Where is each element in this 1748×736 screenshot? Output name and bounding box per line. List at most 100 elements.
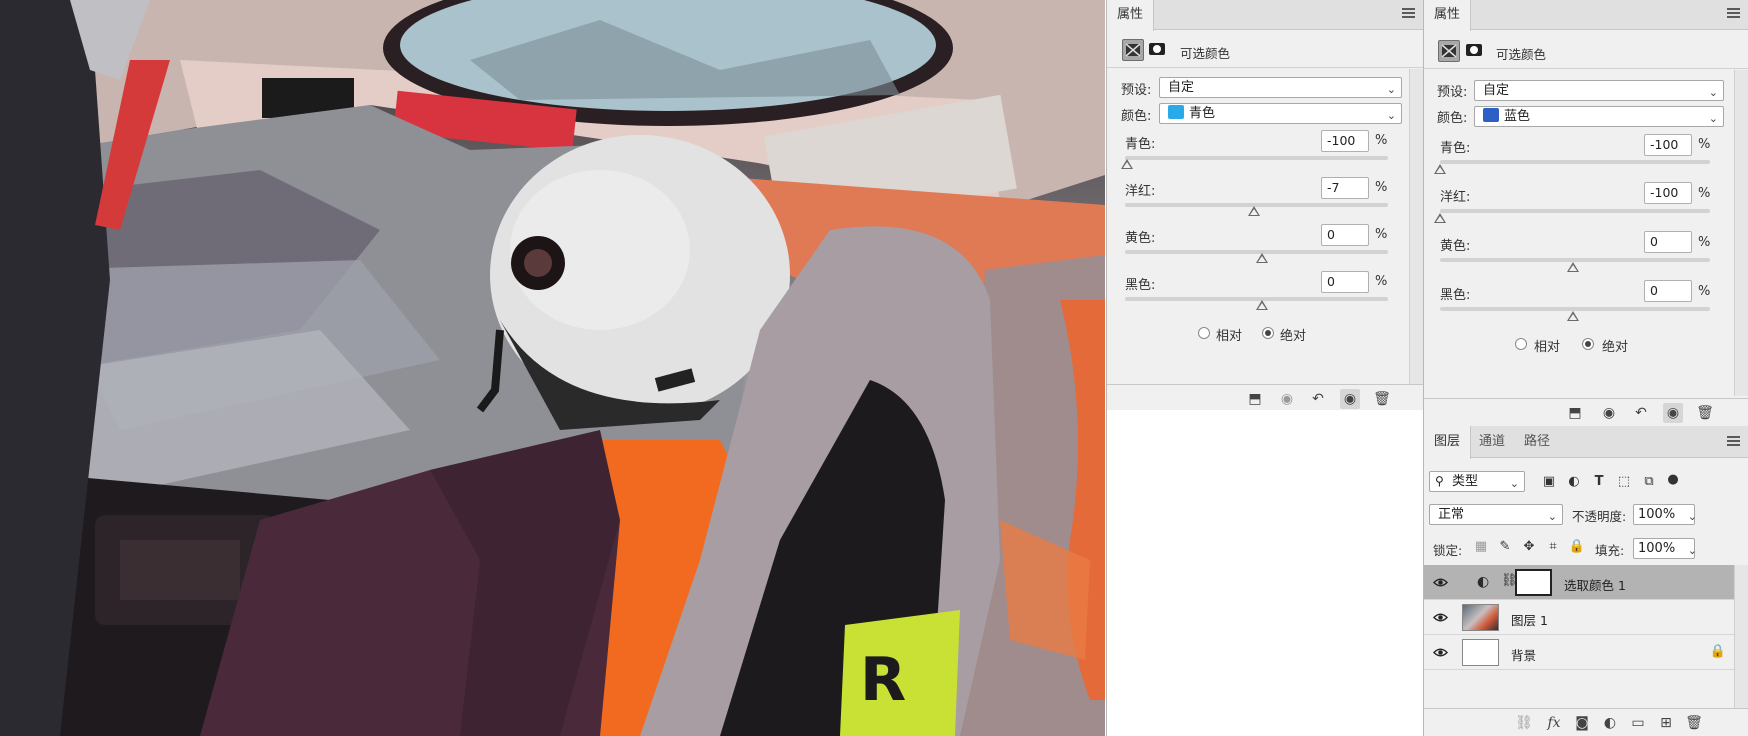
smart-object-filter-icon[interactable]: ⧉ [1640, 473, 1658, 491]
black-value-input[interactable]: 0 [1644, 280, 1692, 302]
panel-menu-icon[interactable] [1727, 8, 1740, 20]
color-select[interactable]: 青色 ⌄ [1159, 103, 1402, 124]
fill-value: 100% [1638, 541, 1676, 556]
properties-footer: ⬒ ◉ ↶ ◉ 🗑 [1424, 398, 1748, 426]
blend-mode-select[interactable]: 正常 ⌄ [1429, 504, 1563, 525]
new-adjustment-layer-icon[interactable]: ◐ [1600, 713, 1620, 733]
delete-layer-icon[interactable]: 🗑 [1684, 713, 1704, 733]
fill-label: 填充: [1595, 543, 1625, 558]
link-layers-icon[interactable]: ⛓ [1514, 713, 1534, 733]
absolute-radio[interactable] [1582, 338, 1594, 350]
yellow-value-input[interactable]: 0 [1321, 224, 1369, 246]
yellow-slider-thumb[interactable] [1256, 253, 1268, 263]
lock-position-icon[interactable]: ✥ [1520, 538, 1538, 556]
clip-to-layer-icon[interactable]: ⬒ [1565, 403, 1585, 423]
magenta-slider-thumb[interactable] [1434, 213, 1446, 223]
cyan-slider-track[interactable] [1440, 160, 1710, 164]
preset-select[interactable]: 自定 ⌄ [1474, 80, 1724, 101]
lock-image-pixels-icon[interactable]: ✎ [1496, 538, 1514, 556]
reset-icon[interactable]: ↶ [1631, 403, 1651, 423]
tab-channels[interactable]: 通道 [1469, 426, 1515, 456]
black-value-input[interactable]: 0 [1321, 271, 1369, 293]
fx-icon[interactable]: fx [1544, 713, 1564, 733]
tab-paths[interactable]: 路径 [1514, 426, 1560, 456]
fill-input[interactable]: 100% ⌄ [1633, 538, 1697, 559]
preset-value: 自定 [1168, 80, 1195, 95]
relative-radio[interactable] [1198, 327, 1210, 339]
filter-toggle-icon[interactable]: ● [1664, 471, 1682, 489]
cyan-value-input[interactable]: -100 [1321, 130, 1369, 152]
layer-thumbnail [1462, 639, 1499, 666]
adjustment-header: 可选颜色 [1424, 35, 1748, 69]
opacity-input[interactable]: 100% ⌄ [1633, 504, 1697, 525]
layer-name[interactable]: 选取颜色 1 [1564, 575, 1626, 594]
layer-row-layer-1[interactable]: 图层 1 [1424, 600, 1734, 635]
reset-icon[interactable]: ↶ [1308, 389, 1328, 409]
magenta-slider-thumb[interactable] [1248, 206, 1260, 216]
preset-value: 自定 [1483, 83, 1510, 98]
layer-mask-thumbnail[interactable] [1515, 569, 1552, 596]
magenta-slider-track[interactable] [1440, 209, 1710, 213]
black-slider-thumb[interactable] [1256, 300, 1268, 310]
tab-properties[interactable]: 属性 [1424, 0, 1472, 31]
pixel-layer-filter-icon[interactable]: ▣ [1540, 473, 1558, 491]
tab-layers[interactable]: 图层 [1424, 426, 1472, 459]
type-layer-filter-icon[interactable]: T [1590, 473, 1608, 491]
layer-name[interactable]: 图层 1 [1511, 610, 1548, 629]
percent-unit: % [1375, 180, 1388, 195]
toggle-visibility-icon[interactable]: ◉ [1340, 389, 1360, 409]
magenta-value-input[interactable]: -7 [1321, 177, 1369, 199]
cyan-slider-thumb[interactable] [1121, 159, 1133, 169]
toggle-visibility-icon[interactable]: ◉ [1663, 403, 1683, 423]
properties-footer: ⬒ ◉ ↶ ◉ 🗑 [1107, 384, 1423, 412]
cyan-slider-track[interactable] [1125, 156, 1388, 160]
view-previous-state-icon[interactable]: ◉ [1599, 403, 1619, 423]
layer-name[interactable]: 背景 [1511, 645, 1536, 664]
adjustment-layer-filter-icon[interactable]: ◐ [1565, 473, 1583, 491]
tab-properties[interactable]: 属性 [1107, 0, 1155, 31]
adjustment-icon[interactable] [1438, 40, 1460, 62]
layers-scrollbar[interactable] [1734, 565, 1748, 710]
lock-transparent-icon[interactable]: ▦ [1472, 538, 1490, 556]
adjustment-icon[interactable] [1122, 39, 1144, 61]
yellow-slider-thumb[interactable] [1567, 262, 1579, 272]
delete-icon[interactable]: 🗑 [1372, 389, 1392, 409]
absolute-radio[interactable] [1262, 327, 1274, 339]
new-layer-icon[interactable]: ⊞ [1656, 713, 1676, 733]
layer-thumbnail [1462, 604, 1499, 631]
lock-artboard-icon[interactable]: ⌗ [1544, 538, 1562, 556]
color-select[interactable]: 蓝色 ⌄ [1474, 106, 1724, 127]
cyan-slider-thumb[interactable] [1434, 164, 1446, 174]
layer-filter-select[interactable]: ⚲ 类型 ⌄ [1429, 471, 1525, 492]
lock-all-icon[interactable]: 🔒 [1568, 538, 1586, 556]
magenta-value-input[interactable]: -100 [1644, 182, 1692, 204]
visibility-eye-icon[interactable] [1433, 575, 1448, 590]
mask-icon[interactable] [1464, 40, 1486, 62]
layer-row-selective-color[interactable]: ◐ ⛓ 选取颜色 1 [1424, 565, 1734, 600]
mask-icon[interactable] [1147, 39, 1169, 61]
yellow-value-input[interactable]: 0 [1644, 231, 1692, 253]
add-mask-icon[interactable]: ◙ [1572, 713, 1592, 733]
slider-label-black: 黑色: [1440, 288, 1471, 303]
panel-menu-icon[interactable] [1727, 436, 1740, 448]
adjustment-title: 可选颜色 [1496, 47, 1547, 62]
delete-icon[interactable]: 🗑 [1695, 403, 1715, 423]
shape-layer-filter-icon[interactable]: ⬚ [1615, 473, 1633, 491]
visibility-eye-icon[interactable] [1433, 645, 1448, 660]
chevron-down-icon: ⌄ [1708, 112, 1718, 125]
percent-unit: % [1698, 137, 1711, 152]
layer-row-background[interactable]: 背景 🔒 [1424, 635, 1734, 670]
view-previous-state-icon[interactable]: ◉ [1277, 389, 1297, 409]
clip-to-layer-icon[interactable]: ⬒ [1245, 389, 1265, 409]
properties-scrollbar[interactable] [1409, 69, 1423, 385]
relative-radio[interactable] [1515, 338, 1527, 350]
color-label: 颜色: [1121, 109, 1152, 124]
black-slider-thumb[interactable] [1567, 311, 1579, 321]
new-group-icon[interactable]: ▭ [1628, 713, 1648, 733]
cyan-value-input[interactable]: -100 [1644, 134, 1692, 156]
properties-scrollbar[interactable] [1734, 70, 1748, 396]
visibility-eye-icon[interactable] [1433, 610, 1448, 625]
panel-menu-icon[interactable] [1402, 8, 1415, 20]
preset-select[interactable]: 自定 ⌄ [1159, 77, 1402, 98]
chevron-down-icon: ⌄ [1386, 109, 1396, 122]
